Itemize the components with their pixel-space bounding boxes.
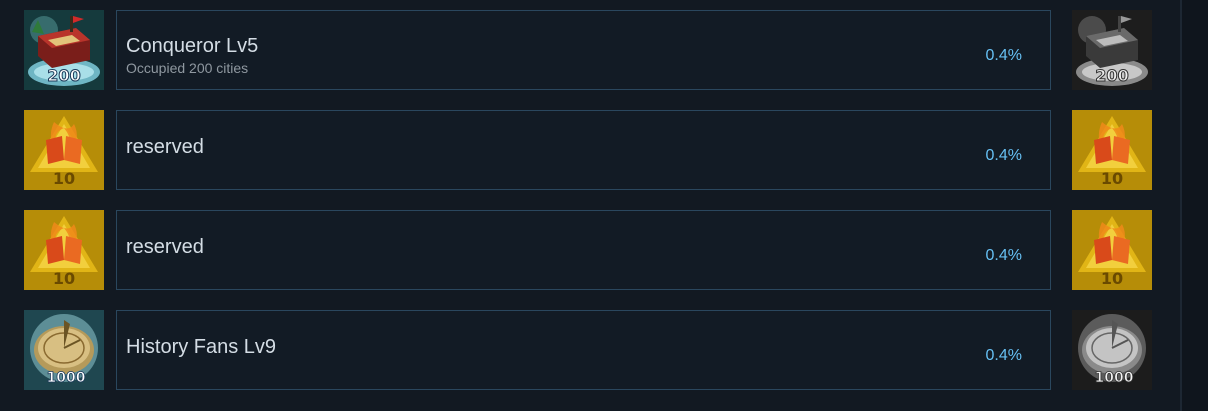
conqueror-badge-icon: 200 <box>24 10 104 90</box>
unlock-percent: 0.4% <box>985 247 1022 264</box>
svg-text:1000: 1000 <box>1095 370 1134 386</box>
achievement-title: reserved <box>126 236 204 258</box>
sundial-badge-icon: 1000 <box>24 310 104 390</box>
achievement-row: 10 reserved 0.4% 10 <box>0 210 1180 290</box>
svg-text:200: 200 <box>1095 66 1128 85</box>
achievement-card: reserved 0.4% <box>116 210 1051 290</box>
achievement-title: History Fans Lv9 <box>126 336 277 358</box>
unlock-percent: 0.4% <box>985 147 1022 164</box>
conqueror-badge-icon: 200 <box>1072 10 1152 90</box>
sundial-badge-icon: 1000 <box>1072 310 1152 390</box>
side-panel-background <box>1182 0 1208 411</box>
achievement-title: Conqueror Lv5 <box>126 35 259 57</box>
fire-flag-badge-icon: 10 <box>1072 210 1152 290</box>
achievement-card: reserved 0.4% <box>116 110 1051 190</box>
svg-text:10: 10 <box>53 269 75 288</box>
svg-text:1000: 1000 <box>47 370 86 386</box>
svg-text:200: 200 <box>47 66 80 85</box>
svg-text:10: 10 <box>1101 169 1123 188</box>
achievement-row: 1000 History Fans Lv9 0.4% 1000 <box>0 310 1180 390</box>
achievement-row: 200 Conqueror Lv5 Occupied 200 cities 0.… <box>0 10 1180 90</box>
achievement-row: 10 reserved 0.4% 10 <box>0 110 1180 190</box>
achievement-card: History Fans Lv9 0.4% <box>116 310 1051 390</box>
fire-flag-badge-icon: 10 <box>24 110 104 190</box>
unlock-percent: 0.4% <box>985 47 1022 64</box>
achievement-card: Conqueror Lv5 Occupied 200 cities 0.4% <box>116 10 1051 90</box>
svg-text:10: 10 <box>53 169 75 188</box>
svg-text:10: 10 <box>1101 269 1123 288</box>
achievement-list-page: 200 Conqueror Lv5 Occupied 200 cities 0.… <box>0 0 1208 411</box>
fire-flag-badge-icon: 10 <box>1072 110 1152 190</box>
fire-flag-badge-icon: 10 <box>24 210 104 290</box>
unlock-percent: 0.4% <box>985 347 1022 364</box>
achievement-title: reserved <box>126 136 204 158</box>
achievement-description: Occupied 200 cities <box>126 60 249 76</box>
